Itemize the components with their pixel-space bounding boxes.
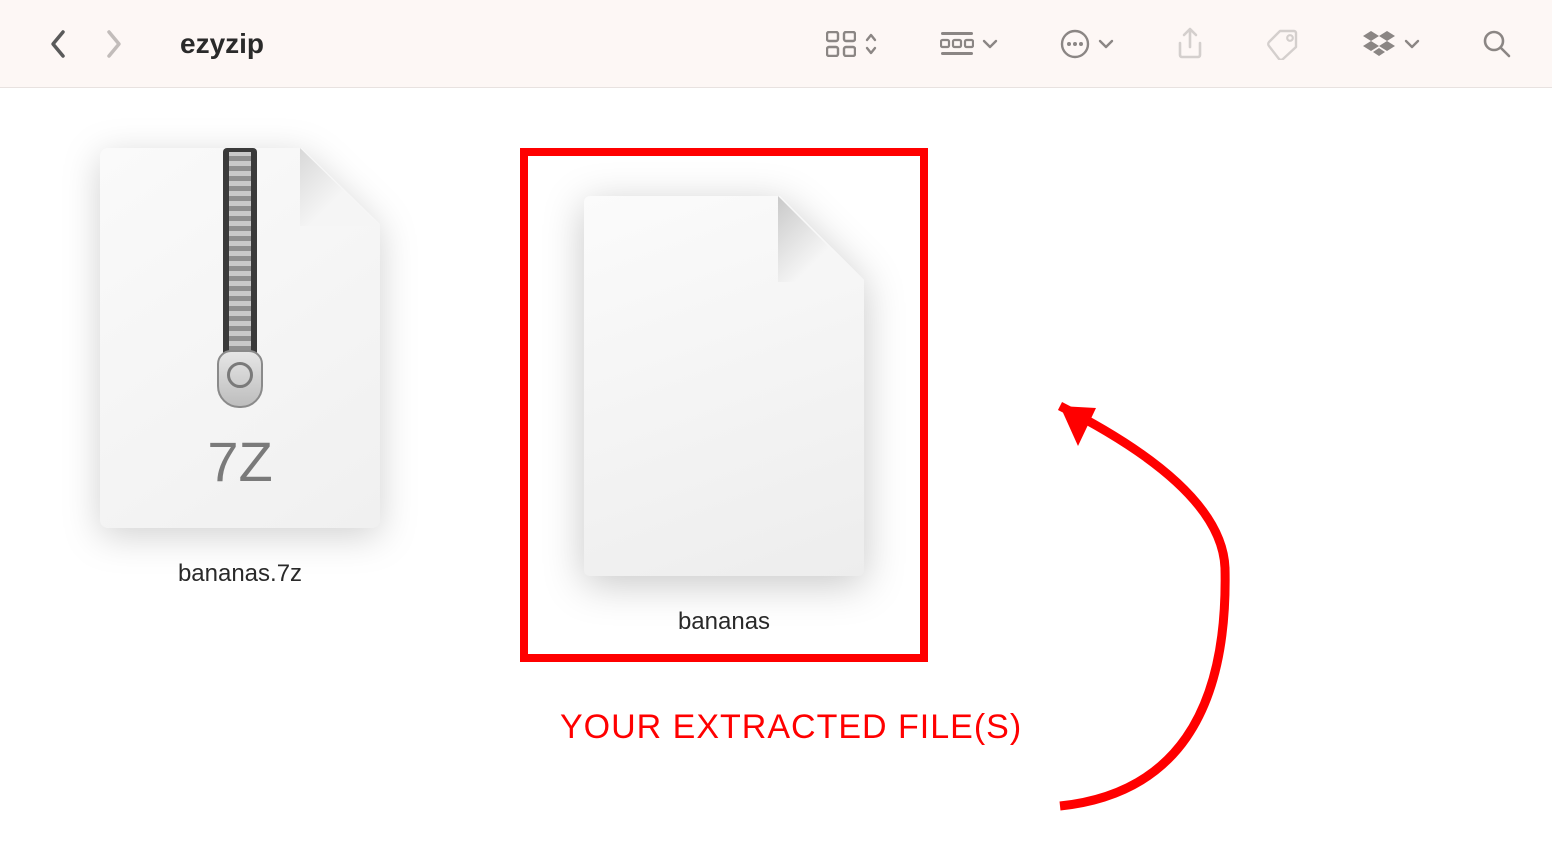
toolbar-right	[826, 27, 1512, 61]
ellipsis-circle-icon	[1060, 29, 1090, 59]
file-name-label: bananas.7z	[178, 560, 302, 588]
chevron-down-icon	[982, 38, 998, 50]
group-by-button[interactable]	[940, 31, 998, 57]
window-title: ezyzip	[180, 28, 264, 60]
file-item-archive[interactable]: 7Z bananas.7z	[100, 148, 380, 662]
chevron-down-icon	[1404, 38, 1420, 50]
grid-icon	[826, 31, 856, 57]
tags-button[interactable]	[1266, 28, 1300, 60]
file-grid: 7Z bananas.7z bananas YOUR EXTRACTED FIL…	[0, 88, 1552, 722]
back-button[interactable]	[40, 26, 76, 62]
extracted-highlight-box: bananas	[520, 148, 928, 662]
share-icon	[1176, 27, 1204, 61]
tag-icon	[1266, 28, 1300, 60]
nav-buttons	[40, 26, 132, 62]
share-button[interactable]	[1176, 27, 1204, 61]
view-mode-button[interactable]	[826, 31, 878, 57]
annotation-arrow-icon	[1000, 388, 1260, 818]
file-name-label: bananas	[678, 608, 770, 636]
dropbox-icon	[1362, 30, 1396, 58]
file-type-label: 7Z	[100, 429, 380, 494]
action-menu-button[interactable]	[1060, 29, 1114, 59]
archive-file-icon: 7Z	[100, 148, 380, 528]
search-button[interactable]	[1482, 29, 1512, 59]
file-item-extracted[interactable]: bananas	[584, 196, 864, 636]
forward-button[interactable]	[96, 26, 132, 62]
dropbox-button[interactable]	[1362, 30, 1420, 58]
finder-toolbar: ezyzip	[0, 0, 1552, 88]
group-icon	[940, 31, 974, 57]
search-icon	[1482, 29, 1512, 59]
annotation-text: YOUR EXTRACTED FILE(S)	[560, 708, 1022, 747]
generic-file-icon	[584, 196, 864, 576]
zipper-icon	[210, 148, 270, 408]
chevron-down-icon	[1098, 38, 1114, 50]
up-down-chevron-icon	[864, 32, 878, 56]
